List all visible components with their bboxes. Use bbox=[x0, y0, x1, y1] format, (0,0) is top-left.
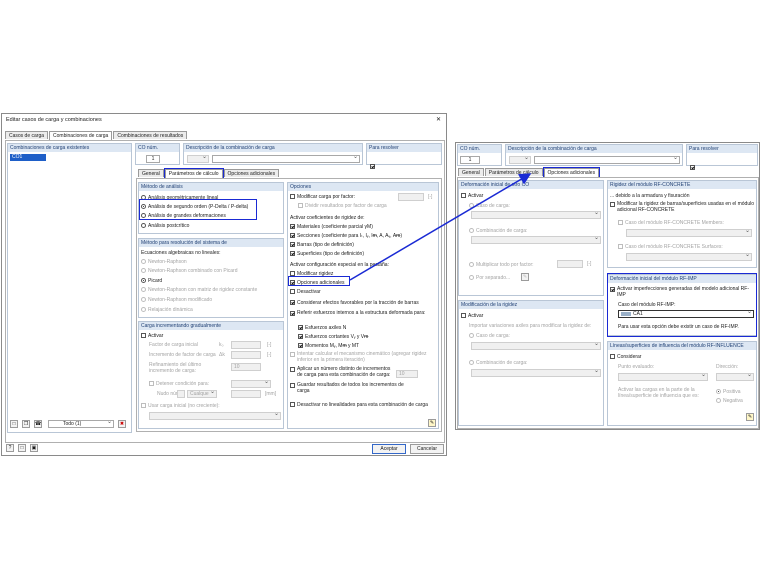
pointer-arrow bbox=[349, 173, 532, 281]
